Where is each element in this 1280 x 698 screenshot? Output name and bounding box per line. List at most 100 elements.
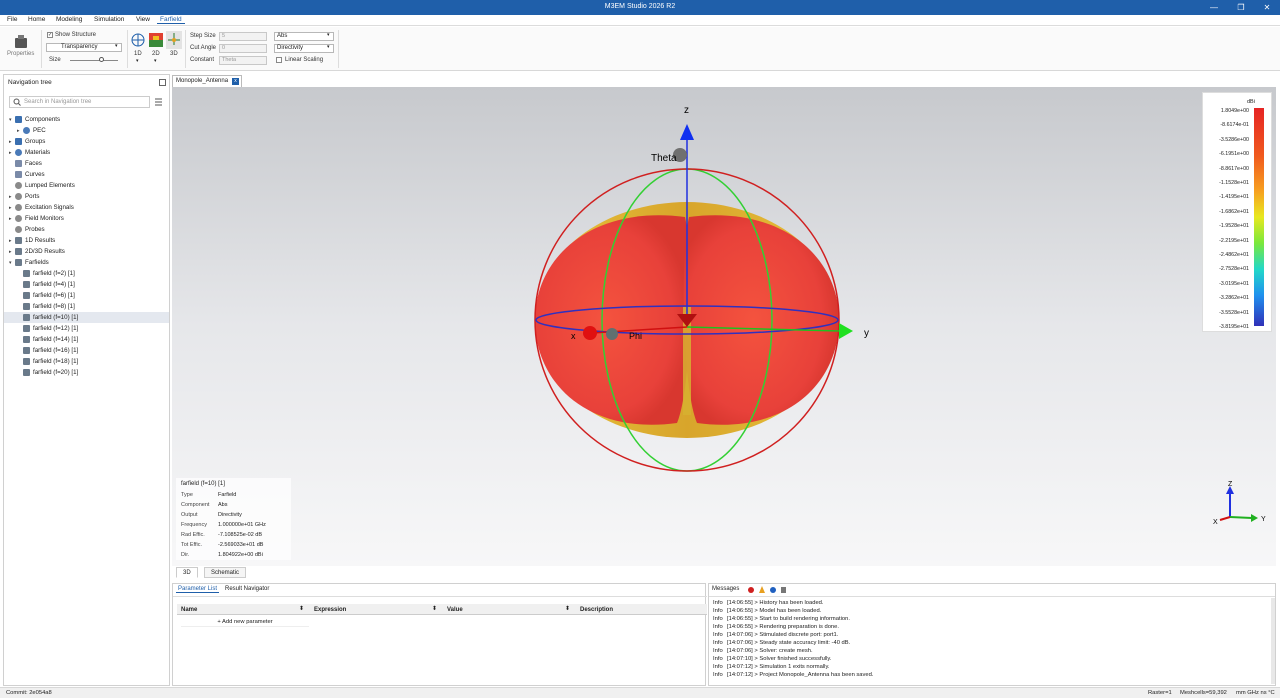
component-select[interactable]: Abs — [274, 32, 334, 41]
color-legend: dBi 1.8049e+00 -8.6174e-01 -3.5286e+00 -6.1… — [1202, 92, 1272, 332]
plot-3d-button[interactable]: 3D — [170, 51, 178, 57]
menu-simulation[interactable]: Simulation — [91, 16, 127, 23]
triad-z-label: Z — [1228, 481, 1233, 488]
show-structure-checkbox[interactable]: ✓ — [47, 32, 53, 38]
minimize-button[interactable]: — — [1207, 2, 1221, 13]
panel-options-icon[interactable] — [159, 79, 166, 86]
chevron-down-icon: ▾ — [327, 44, 330, 50]
tree-item[interactable]: farfield (f=12) [1] — [4, 323, 169, 334]
message-line: Info [14:06:55] > History has been loaded… — [713, 600, 824, 606]
tab-schematic[interactable]: Schematic — [204, 567, 247, 578]
linear-scaling-checkbox[interactable] — [276, 57, 282, 63]
cut-angle-input[interactable]: 0 — [219, 44, 267, 53]
message-text: [14:07:06] > Solver: create mesh. — [727, 648, 813, 654]
chart-icon — [23, 280, 30, 288]
tree-item-label: Field Monitors — [25, 215, 64, 222]
navigation-search-input[interactable]: Search in Navigation tree — [9, 96, 150, 108]
tree-item[interactable]: farfield (f=4) [1] — [4, 279, 169, 290]
tree-item[interactable]: ▸ Materials — [4, 147, 169, 158]
menu-farfield[interactable]: Farfield — [157, 16, 185, 24]
sort-icon[interactable]: ⬍ — [299, 605, 304, 612]
warning-filter-icon[interactable] — [759, 586, 765, 593]
constant-select[interactable]: Theta — [219, 56, 267, 65]
tree-item-label: Curves — [25, 171, 45, 178]
tree-item[interactable]: farfield (f=16) [1] — [4, 345, 169, 356]
maximize-button[interactable]: ❐ — [1234, 2, 1248, 13]
step-size-input[interactable]: 5 — [219, 32, 267, 41]
messages-panel: Messages Info [14:06:55] > History has be… — [708, 583, 1276, 686]
menu-view[interactable]: View — [133, 16, 153, 23]
tree-item-label: farfield (f=20) [1] — [33, 369, 79, 376]
sort-icon[interactable]: ⬍ — [432, 605, 437, 612]
tab-monopole-antenna[interactable]: Monopole_Antenna x — [172, 75, 242, 87]
column-description[interactable]: Description — [580, 605, 613, 615]
tab-3d[interactable]: 3D — [176, 567, 198, 578]
column-name[interactable]: Name — [181, 605, 197, 615]
menu-home[interactable]: Home — [25, 16, 48, 23]
close-button[interactable]: ✕ — [1260, 2, 1274, 13]
properties-label[interactable]: Properties — [7, 51, 34, 57]
info-key: Output — [181, 512, 198, 518]
tree-item[interactable]: ▾ Components — [4, 114, 169, 125]
trash-icon[interactable] — [781, 587, 786, 593]
info-key: Component — [181, 502, 210, 508]
size-slider[interactable] — [70, 60, 118, 61]
tree-item[interactable]: Probes — [4, 224, 169, 235]
tree-item[interactable]: ▸ Field Monitors — [4, 213, 169, 224]
legend-value: -1.9528e+01 — [1219, 223, 1249, 230]
tree-item[interactable]: ▸ 2D/3D Results — [4, 246, 169, 257]
column-value[interactable]: Value — [447, 605, 463, 615]
tree-item[interactable]: ▸ Ports — [4, 191, 169, 202]
tab-parameter-list[interactable]: Parameter List — [176, 586, 220, 593]
tree-item[interactable]: farfield (f=20) [1] — [4, 367, 169, 378]
tree-item[interactable]: farfield (f=18) [1] — [4, 356, 169, 367]
column-expression[interactable]: Expression — [314, 605, 346, 615]
tree-item[interactable]: ▸ PEC — [4, 125, 169, 136]
messages-scrollbar[interactable] — [1271, 598, 1275, 684]
size-slider-handle[interactable] — [99, 57, 104, 62]
tree-item[interactable]: farfield (f=14) [1] — [4, 334, 169, 345]
message-level: Info — [713, 632, 723, 638]
tree-item[interactable]: ▸ 1D Results — [4, 235, 169, 246]
message-text: [14:06:55] > Rendering preparation is do… — [727, 624, 839, 630]
plot-3d-icon[interactable] — [166, 31, 182, 49]
tree-item[interactable]: Lumped Elements — [4, 180, 169, 191]
tree-item-label: farfield (f=16) [1] — [33, 347, 79, 354]
tree-item[interactable]: farfield (f=6) [1] — [4, 290, 169, 301]
plot-1d-icon[interactable] — [131, 33, 145, 47]
tree-item-label: Materials — [25, 149, 51, 156]
tree-item[interactable]: Faces — [4, 158, 169, 169]
properties-icon[interactable] — [10, 33, 32, 49]
info-filter-icon[interactable] — [770, 587, 776, 593]
menu-modeling[interactable]: Modeling — [53, 16, 85, 23]
tree-item[interactable]: farfield (f=8) [1] — [4, 301, 169, 312]
commit-status: Commit: 2e054a8 — [6, 690, 52, 696]
tree-item[interactable]: farfield (f=10) [1] — [4, 312, 169, 323]
tree-item[interactable]: ▸ Groups — [4, 136, 169, 147]
tab-close-icon[interactable]: x — [232, 78, 239, 85]
output-select[interactable]: Directivity — [274, 44, 334, 53]
units-status[interactable]: mm GHz ns °C — [1236, 688, 1275, 698]
error-filter-icon[interactable] — [748, 587, 754, 593]
sort-icon[interactable]: ⬍ — [565, 605, 570, 612]
message-text: [14:07:06] > Steady state accuracy limit… — [727, 640, 851, 646]
tree-item[interactable]: farfield (f=2) [1] — [4, 268, 169, 279]
message-line: Info [14:07:12] > Project Monopole_Antenn… — [713, 672, 873, 678]
farfield-pattern-plot: z y x Theta Phi Z Y X — [534, 105, 1266, 526]
plot-2d-button[interactable]: 2D — [152, 51, 160, 57]
chart-icon — [15, 236, 22, 244]
menu-file[interactable]: File — [4, 16, 20, 23]
message-text: [14:07:12] > Simulation 1 exits normally… — [727, 664, 830, 670]
tree-item[interactable]: ▸ Excitation Signals — [4, 202, 169, 213]
tree-item[interactable]: Curves — [4, 169, 169, 180]
plot-1d-button[interactable]: 1D — [134, 51, 142, 57]
tree-item[interactable]: ▾ Farfields — [4, 257, 169, 268]
plot-2d-icon[interactable] — [149, 33, 163, 47]
parameter-table-header — [177, 604, 707, 615]
add-parameter-button[interactable]: + Add new parameter — [181, 617, 309, 627]
transparency-select[interactable]: Transparency — [46, 43, 122, 52]
3d-viewport[interactable]: z y x Theta Phi Z Y X — [172, 87, 1276, 566]
ribbon: Properties ✓ Show Structure Transparency… — [0, 27, 1280, 71]
tab-result-navigator[interactable]: Result Navigator — [223, 586, 271, 592]
filter-list-icon[interactable] — [155, 98, 165, 108]
